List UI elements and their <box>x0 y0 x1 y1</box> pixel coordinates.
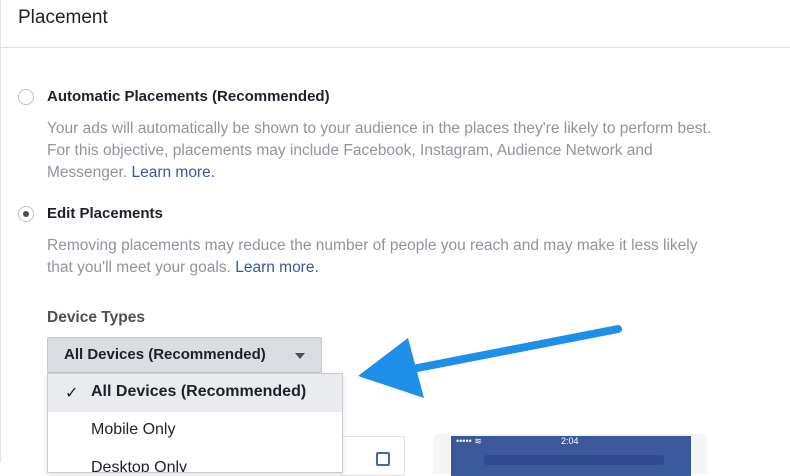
menu-item-label: Mobile Only <box>91 421 176 438</box>
edit-placements-label[interactable]: Edit Placements <box>47 205 163 222</box>
edit-placements-description: Removing placements may reduce the numbe… <box>47 235 697 279</box>
automatic-desc-line-2: For this objective, placements may inclu… <box>47 142 653 159</box>
device-types-label: Device Types <box>47 309 145 326</box>
edit-learn-more-link[interactable]: Learn more. <box>235 259 319 276</box>
section-title: Placement <box>18 7 108 28</box>
header-divider <box>0 47 790 48</box>
automatic-placements-description: Your ads will automatically be shown to … <box>47 118 711 184</box>
edit-desc-line-1: Removing placements may reduce the numbe… <box>47 237 698 254</box>
automatic-placements-label[interactable]: Automatic Placements (Recommended) <box>47 88 330 105</box>
device-types-menu: ✓ All Devices (Recommended) Mobile Only … <box>47 373 343 473</box>
edit-desc-line-2: that you'll meet your goals. Learn more. <box>47 257 697 279</box>
phone-search-bar <box>484 455 664 465</box>
menu-item-all-devices[interactable]: ✓ All Devices (Recommended) <box>48 374 342 412</box>
menu-item-label: All Devices (Recommended) <box>91 383 307 400</box>
phone-status-time: 2:04 <box>561 436 579 446</box>
device-types-selected-value: All Devices (Recommended) <box>64 346 266 363</box>
automatic-learn-more-link[interactable]: Learn more. <box>131 164 215 181</box>
automatic-desc-line-1: Your ads will automatically be shown to … <box>47 120 712 137</box>
placement-toggle-icon[interactable] <box>376 452 390 466</box>
menu-item-mobile-only[interactable]: Mobile Only <box>48 412 342 450</box>
device-types-dropdown[interactable]: All Devices (Recommended) <box>47 337 322 373</box>
edit-placements-radio[interactable] <box>18 206 34 222</box>
automatic-desc-line-3: Messenger. Learn more. <box>47 162 711 184</box>
automatic-desc-line-3-text: Messenger. <box>47 164 128 181</box>
placement-preview-frame <box>340 436 405 476</box>
checkmark-icon: ✓ <box>65 385 79 402</box>
edit-desc-line-2-text: that you'll meet your goals. <box>47 259 231 276</box>
caret-down-icon <box>295 353 305 359</box>
automatic-placements-radio[interactable] <box>18 89 34 105</box>
menu-item-label: Desktop Only <box>91 459 188 473</box>
panel-left-border <box>0 0 1 462</box>
